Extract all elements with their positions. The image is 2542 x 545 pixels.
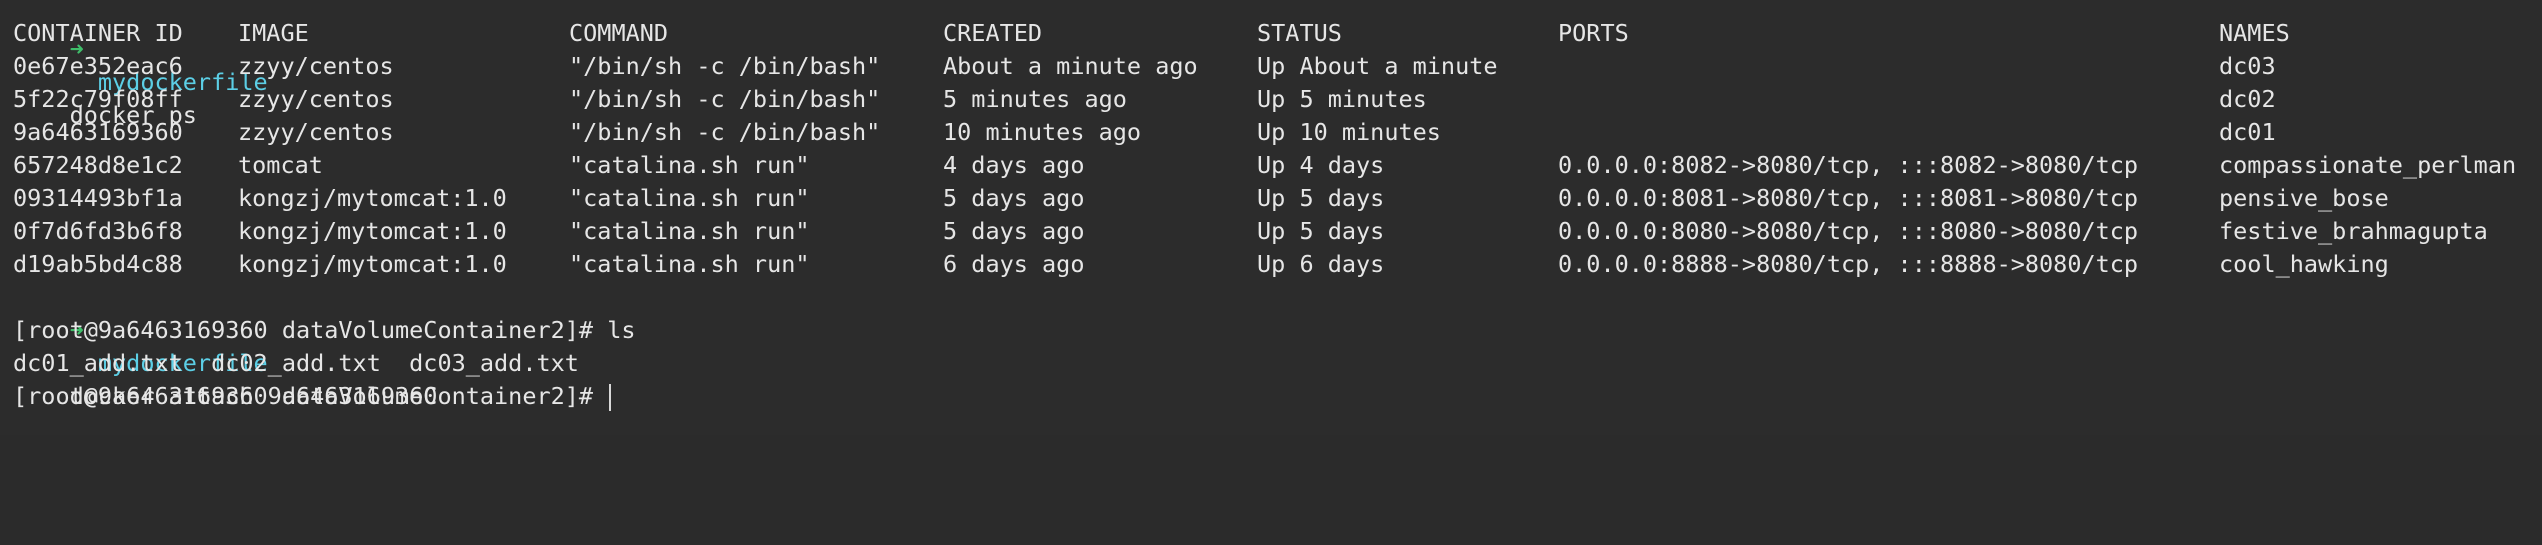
command: "/bin/sh -c /bin/bash" — [569, 118, 881, 146]
table-row: 9a6463169360 zzyy/centos "/bin/sh -c /bi… — [13, 116, 2533, 149]
table-row: 657248d8e1c2 tomcat "catalina.sh run" 4 … — [13, 149, 2533, 182]
header-names: NAMES — [2219, 19, 2290, 47]
command: "catalina.sh run" — [569, 151, 810, 179]
container-id: d19ab5bd4c88 — [13, 250, 183, 278]
image: kongzj/mytomcat:1.0 — [238, 250, 507, 278]
table-row: d19ab5bd4c88 kongzj/mytomcat:1.0 "catali… — [13, 248, 2533, 281]
container-name: festive_brahmagupta — [2219, 217, 2488, 245]
container-id: 0f7d6fd3b6f8 — [13, 217, 183, 245]
created: 10 minutes ago — [943, 118, 1142, 146]
image: zzyy/centos — [238, 118, 394, 146]
command: "catalina.sh run" — [569, 184, 810, 212]
shell-line-ls: [root@9a6463169360 dataVolumeContainer2]… — [13, 314, 636, 347]
container-id: 5f22c79f08ff — [13, 85, 183, 113]
created: About a minute ago — [943, 52, 1198, 80]
header-created: CREATED — [943, 19, 1043, 47]
text-cursor — [609, 384, 612, 411]
container-name: dc02 — [2219, 85, 2276, 113]
container-name: dc01 — [2219, 118, 2276, 146]
header-image: IMAGE — [238, 19, 309, 47]
command: "/bin/sh -c /bin/bash" — [569, 52, 881, 80]
ls-output: dc01_add.txt dc02_add.txt dc03_add.txt — [13, 349, 579, 377]
ports: 0.0.0.0:8082->8080/tcp, :::8082->8080/tc… — [1558, 151, 2139, 179]
table-row: 09314493bf1a kongzj/mytomcat:1.0 "catali… — [13, 182, 2533, 215]
created: 5 days ago — [943, 184, 1085, 212]
image: kongzj/mytomcat:1.0 — [238, 184, 507, 212]
container-name: compassionate_perlman — [2219, 151, 2517, 179]
container-id: 09314493bf1a — [13, 184, 183, 212]
container-id: 9a6463169360 — [13, 118, 183, 146]
image: tomcat — [238, 151, 323, 179]
container-name: dc03 — [2219, 52, 2276, 80]
image: zzyy/centos — [238, 85, 394, 113]
command: "/bin/sh -c /bin/bash" — [569, 85, 881, 113]
header-command: COMMAND — [569, 19, 669, 47]
created: 5 days ago — [943, 217, 1085, 245]
command-text: ls — [607, 316, 636, 344]
ports: 0.0.0.0:8081->8080/tcp, :::8081->8080/tc… — [1558, 184, 2139, 212]
shell-prompt: [root@9a6463169360 dataVolumeContainer2]… — [13, 382, 608, 410]
status: Up 10 minutes — [1257, 118, 1441, 146]
status: Up 5 minutes — [1257, 85, 1427, 113]
shell-prompt: [root@9a6463169360 dataVolumeContainer2]… — [13, 316, 608, 344]
header-ports: PORTS — [1558, 19, 1629, 47]
container-name: pensive_bose — [2219, 184, 2389, 212]
created: 5 minutes ago — [943, 85, 1127, 113]
shell-line-current[interactable]: [root@9a6463169360 dataVolumeContainer2]… — [13, 380, 612, 413]
command: "catalina.sh run" — [569, 250, 810, 278]
status: Up About a minute — [1257, 52, 1498, 80]
prompt-line-docker-attach: ➜ mydockerfile docker attach 9a646316936… — [13, 281, 438, 410]
container-name: cool_hawking — [2219, 250, 2389, 278]
terminal-window[interactable]: ➜ mydockerfile docker ps CONTAINER ID IM… — [0, 0, 2542, 435]
status: Up 5 days — [1257, 217, 1385, 245]
ps-table-header: CONTAINER ID IMAGE COMMAND CREATED STATU… — [13, 17, 2533, 50]
ports: 0.0.0.0:8888->8080/tcp, :::8888->8080/tc… — [1558, 250, 2139, 278]
created: 6 days ago — [943, 250, 1085, 278]
command: "catalina.sh run" — [569, 217, 810, 245]
ports: 0.0.0.0:8080->8080/tcp, :::8080->8080/tc… — [1558, 217, 2139, 245]
image: zzyy/centos — [238, 52, 394, 80]
status: Up 6 days — [1257, 250, 1385, 278]
container-id: 0e67e352eac6 — [13, 52, 183, 80]
table-row: 0f7d6fd3b6f8 kongzj/mytomcat:1.0 "catali… — [13, 215, 2533, 248]
created: 4 days ago — [943, 151, 1085, 179]
image: kongzj/mytomcat:1.0 — [238, 217, 507, 245]
header-status: STATUS — [1257, 19, 1342, 47]
header-container-id: CONTAINER ID — [13, 19, 183, 47]
status: Up 5 days — [1257, 184, 1385, 212]
container-id: 657248d8e1c2 — [13, 151, 183, 179]
table-row: 0e67e352eac6 zzyy/centos "/bin/sh -c /bi… — [13, 50, 2533, 83]
status: Up 4 days — [1257, 151, 1385, 179]
table-row: 5f22c79f08ff zzyy/centos "/bin/sh -c /bi… — [13, 83, 2533, 116]
